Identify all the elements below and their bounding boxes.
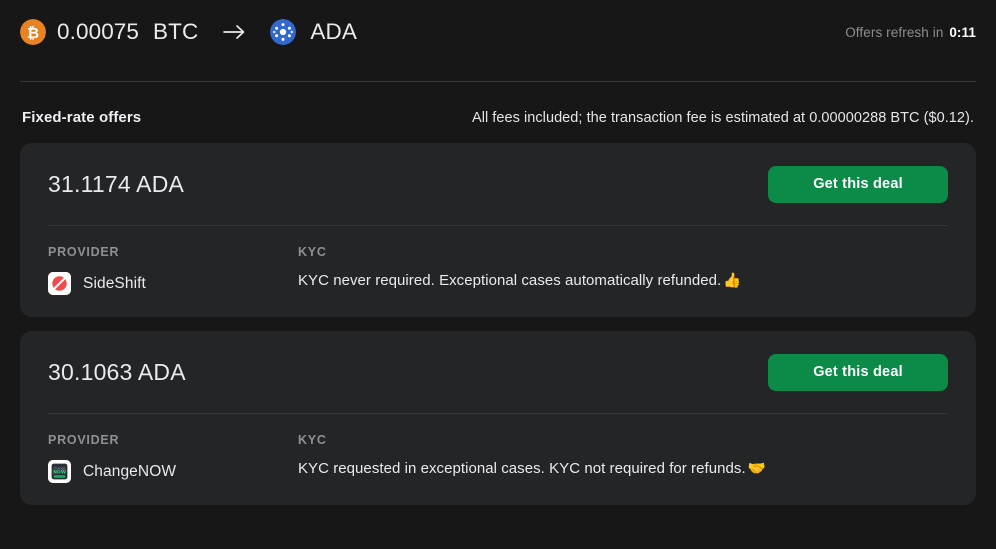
thumbs-up-icon: 👍 <box>723 273 742 289</box>
kyc-column-label: KYC <box>298 245 327 259</box>
kyc-column: KYC KYC never required. Exceptional case… <box>298 245 948 295</box>
offers-page: ₿ 0.00075 BTC ADA Offers refresh in 0:11… <box>0 0 996 549</box>
refresh-countdown: 0:11 <box>949 24 976 40</box>
kyc-row: KYC never required. Exceptional cases au… <box>298 272 948 291</box>
bitcoin-icon: ₿ <box>20 19 46 45</box>
kyc-description: KYC requested in exceptional cases. KYC … <box>298 460 746 477</box>
offers-subheader: Fixed-rate offers All fees included; the… <box>20 82 976 126</box>
provider-column-label: PROVIDER <box>48 245 120 259</box>
changenow-logo-icon: change NOW <box>48 460 71 483</box>
handshake-icon: 🤝 <box>747 461 766 477</box>
offer-amount: 31.1174 ADA <box>48 170 185 197</box>
offer-card-details: PROVIDER change NOW ChangeNOW KYC KYC re… <box>48 414 948 505</box>
provider-name: ChangeNOW <box>83 462 177 480</box>
target-coin: ADA <box>270 19 357 45</box>
arrow-right-icon <box>222 23 246 41</box>
offer-card-details: PROVIDER SideShift KYC KYC never require… <box>48 226 948 317</box>
page-header: ₿ 0.00075 BTC ADA Offers refresh in 0:11 <box>20 0 976 64</box>
offer-amount: 30.1063 ADA <box>48 358 186 385</box>
source-coin: ₿ 0.00075 BTC <box>20 19 198 45</box>
svg-text:₿: ₿ <box>27 24 39 42</box>
get-this-deal-button[interactable]: Get this deal <box>768 353 948 391</box>
provider-column-label: PROVIDER <box>48 433 120 447</box>
kyc-column-label: KYC <box>298 433 327 447</box>
target-symbol: ADA <box>310 19 357 44</box>
offers-list: 31.1174 ADA Get this deal PROVIDER SideS… <box>20 143 976 505</box>
provider-row: change NOW ChangeNOW <box>48 460 298 483</box>
refresh-label: Offers refresh in <box>845 24 944 40</box>
offer-card[interactable]: 30.1063 ADA Get this deal PROVIDER chang… <box>20 331 976 505</box>
offers-refresh-timer: Offers refresh in 0:11 <box>845 25 976 40</box>
offer-card[interactable]: 31.1174 ADA Get this deal PROVIDER SideS… <box>20 143 976 317</box>
provider-row: SideShift <box>48 272 298 295</box>
cardano-icon <box>270 19 297 45</box>
provider-name: SideShift <box>83 274 146 292</box>
provider-column: PROVIDER change NOW ChangeNOW <box>48 433 298 483</box>
get-this-deal-button[interactable]: Get this deal <box>768 165 948 203</box>
swap-pair-summary: ₿ 0.00075 BTC ADA <box>20 19 357 45</box>
kyc-column: KYC KYC requested in exceptional cases. … <box>298 433 948 483</box>
source-symbol: BTC <box>153 19 199 44</box>
fees-note: All fees included; the transaction fee i… <box>471 110 974 126</box>
provider-column: PROVIDER SideShift <box>48 245 298 295</box>
kyc-row: KYC requested in exceptional cases. KYC … <box>298 460 948 479</box>
svg-text:NOW: NOW <box>53 470 66 476</box>
offer-card-header: 31.1174 ADA Get this deal <box>48 143 948 225</box>
offers-section-title: Fixed-rate offers <box>22 109 142 126</box>
sideshift-logo-icon <box>48 272 71 295</box>
kyc-description: KYC never required. Exceptional cases au… <box>298 272 722 289</box>
offer-card-header: 30.1063 ADA Get this deal <box>48 331 948 413</box>
source-amount: 0.00075 <box>57 19 140 44</box>
